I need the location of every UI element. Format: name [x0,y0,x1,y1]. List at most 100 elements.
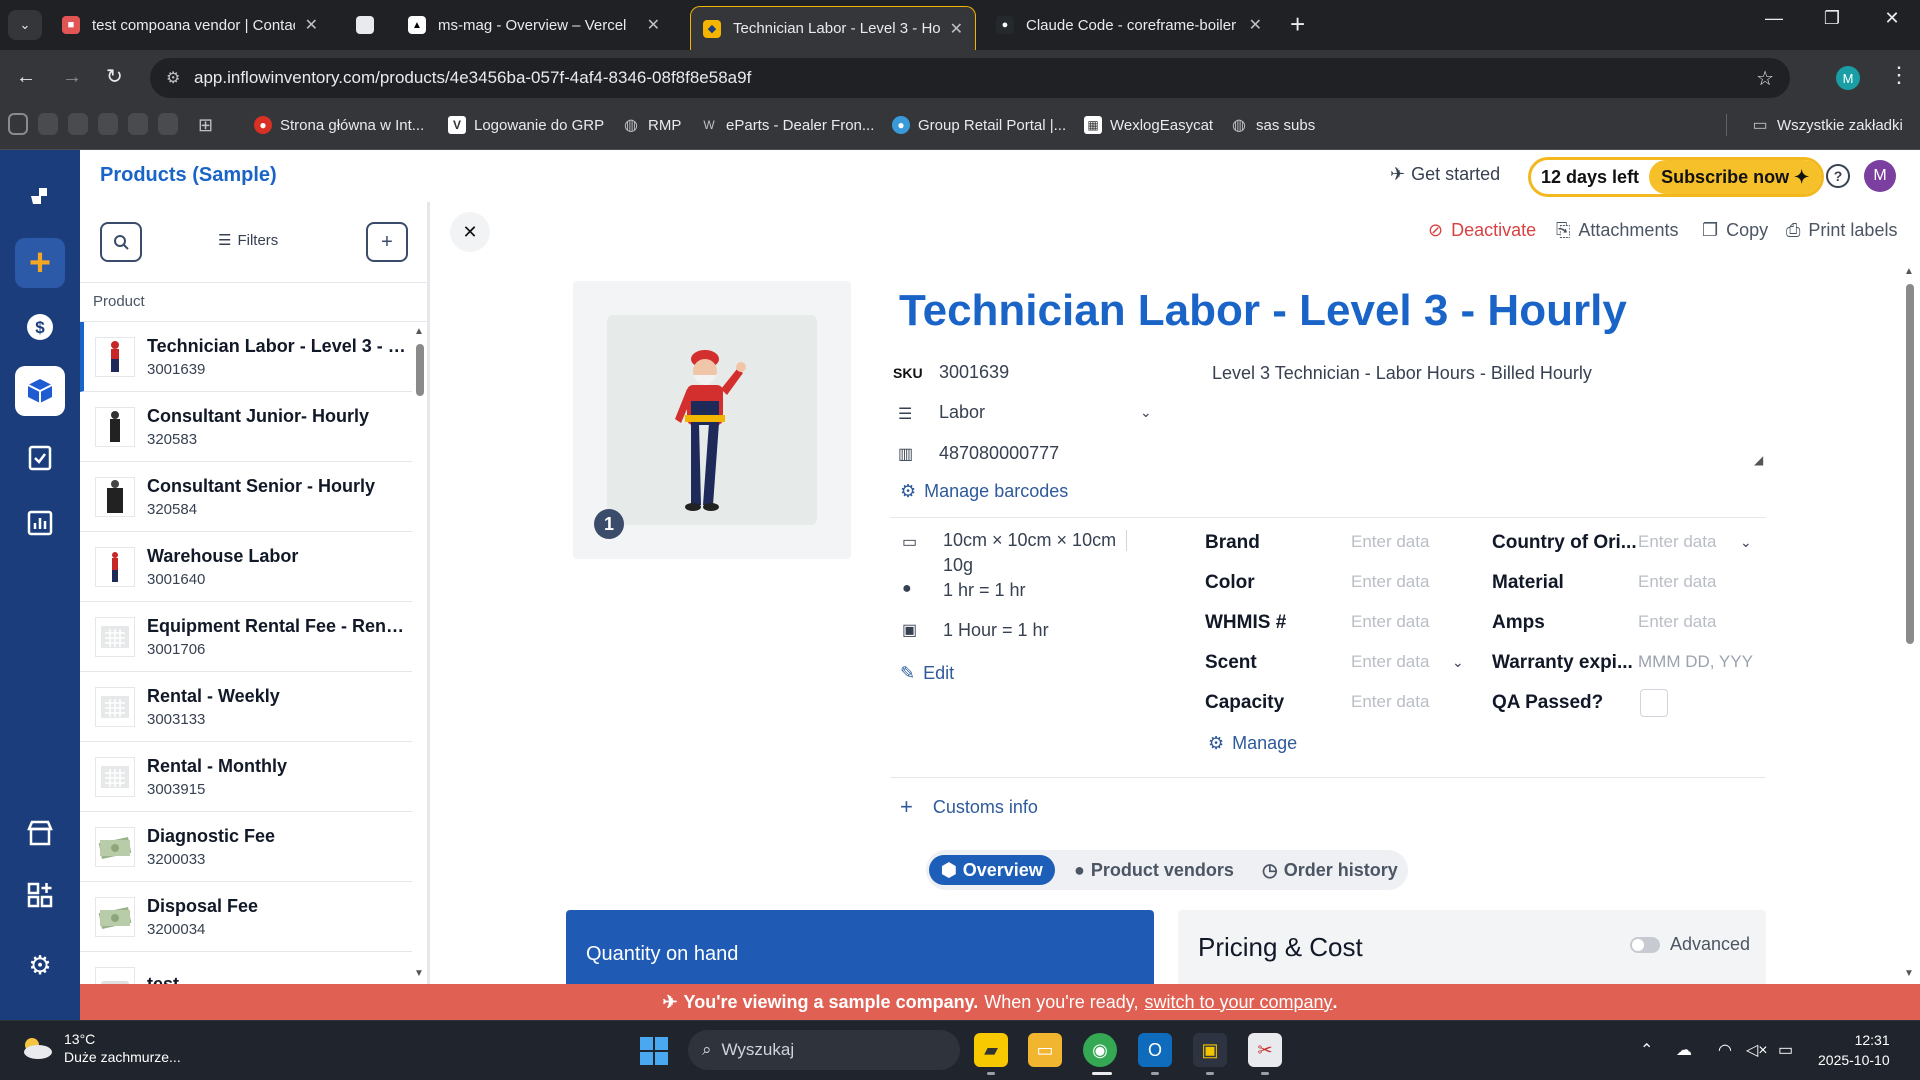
browser-menu-icon[interactable]: ⋮ [1888,62,1910,88]
help-icon[interactable]: ? [1826,164,1850,188]
add-new-icon[interactable]: + [15,238,65,288]
material-input[interactable]: Enter data [1638,572,1716,592]
amps-input[interactable]: Enter data [1638,612,1716,632]
restore-icon[interactable]: ❐ [1812,8,1852,29]
outlook-icon[interactable]: O [1138,1033,1172,1067]
chevron-down-icon[interactable]: ⌄ [1740,534,1752,551]
scroll-down-icon[interactable]: ▼ [1904,968,1914,979]
bookmark-item[interactable]: ● Strona główna w Int... [254,114,424,136]
new-tab-button[interactable]: + [1290,10,1305,38]
close-tab-icon[interactable]: ✕ [1249,15,1262,35]
country-of-origin-select[interactable]: Enter data [1638,532,1716,552]
tab-order-history[interactable]: ◷ Order history [1250,855,1410,885]
barcode-value[interactable]: 487080000777 [939,443,1059,464]
filters-button[interactable]: ☰ Filters [218,231,278,250]
list-scroll-thumb[interactable] [416,344,424,396]
detail-scrollbar[interactable]: ▲ ▼ [1904,266,1916,982]
weight-value[interactable]: 10g [943,555,973,576]
product-description[interactable]: Level 3 Technician - Labor Hours - Bille… [1212,363,1592,384]
settings-gear-icon[interactable]: ⚙ [15,940,65,990]
subscribe-button[interactable]: Subscribe now ✦ [1649,160,1822,194]
product-title[interactable]: Technician Labor - Level 3 - Hourly [899,286,1627,336]
list-item[interactable]: Rental - Monthly 3003915 [80,742,412,812]
bookmark-item[interactable]: ▦ WexlogEasycat [1084,114,1213,136]
list-item[interactable]: Warehouse Labor 3001640 [80,532,412,602]
purchasing-clipboard-icon[interactable] [15,432,65,482]
list-item[interactable]: Technician Labor - Level 3 - H... 3001639 [80,322,412,392]
manage-properties-link[interactable]: ⚙ Manage [1208,733,1297,754]
apps-grid-icon[interactable]: ⊞ [198,114,213,136]
tab-search-button[interactable]: ⌄ [8,10,42,40]
browser-tab[interactable] [344,8,390,42]
products-box-icon[interactable] [15,366,65,416]
order-uom-value[interactable]: 1 Hour = 1 hr [943,620,1049,641]
bookmark-item[interactable]: ◍ RMP [622,114,681,136]
all-bookmarks-button[interactable]: ▭ Wszystkie zakładki [1726,114,1903,136]
close-detail-button[interactable]: ✕ [450,212,490,252]
trial-badge[interactable]: 12 days left Subscribe now ✦ [1528,157,1825,197]
get-started-link[interactable]: ✈ Get started [1390,164,1500,185]
textarea-resize-handle[interactable]: ◢ [1754,453,1763,467]
advanced-toggle[interactable] [1630,937,1660,953]
user-avatar[interactable]: M [1864,160,1896,192]
copy-button[interactable]: ❐ Copy [1702,220,1768,241]
qa-passed-checkbox[interactable] [1640,689,1668,717]
tab-product-vendors[interactable]: ● Product vendors [1062,855,1246,885]
reload-icon[interactable]: ↻ [106,64,123,89]
deactivate-button[interactable]: ⊘ Deactivate [1428,220,1536,241]
print-labels-button[interactable]: ⎙ Print labels [1786,220,1897,241]
list-scrollbar[interactable]: ▲ ▼ [414,326,426,982]
edit-link[interactable]: ✎ Edit [900,663,954,684]
integrations-grid-icon[interactable] [15,870,65,920]
sku-value[interactable]: 3001639 [939,362,1009,383]
browser-tab-active[interactable]: ◆ Technician Labor - Level 3 - Hou ✕ [690,6,976,50]
tab-group-icon[interactable] [38,113,58,135]
chevron-down-icon[interactable]: ⌄ [1140,404,1152,421]
close-tab-icon[interactable]: ✕ [305,15,318,35]
list-item[interactable]: Rental - Weekly 3003133 [80,672,412,742]
chevron-down-icon[interactable]: ⌄ [1452,654,1464,671]
url-bar[interactable]: ⚙ app.inflowinventory.com/products/4e345… [150,58,1790,98]
manage-barcodes-link[interactable]: ⚙ Manage barcodes [900,481,1068,502]
switch-company-link[interactable]: switch to your company [1144,992,1332,1013]
file-explorer-icon[interactable]: ▭ [1028,1033,1062,1067]
detail-scroll-thumb[interactable] [1906,284,1914,644]
whmis-input[interactable]: Enter data [1351,612,1429,632]
tab-group-icon[interactable] [68,113,88,135]
warranty-date-input[interactable]: MMM DD, YYY [1638,652,1753,672]
scent-select[interactable]: Enter data [1351,652,1429,672]
sales-dollar-icon[interactable]: $ [15,302,65,352]
minimize-icon[interactable]: — [1754,8,1794,29]
bookmark-item[interactable]: V Logowanie do GRP [448,114,604,136]
tab-group-icon[interactable] [158,113,178,135]
close-window-icon[interactable]: ✕ [1872,8,1912,29]
cloud-sync-icon[interactable]: ☁ [1676,1040,1692,1060]
bookmark-item[interactable]: WeParts - Dealer Fron... [700,114,874,136]
windows-start-icon[interactable] [640,1037,668,1065]
wifi-icon[interactable]: ◠ [1718,1040,1732,1060]
tab-group-icon[interactable] [128,113,148,135]
dimensions-value[interactable]: 10cm × 10cm × 10cm [943,530,1128,551]
browser-tab[interactable]: ▲ ms-mag - Overview – Vercel ✕ [396,8,672,42]
scroll-up-icon[interactable]: ▲ [1904,266,1914,277]
browser-profile-avatar[interactable]: M [1836,66,1860,90]
scroll-down-icon[interactable]: ▼ [414,968,424,979]
color-input[interactable]: Enter data [1351,572,1429,592]
search-button[interactable] [100,222,142,262]
taskbar-search[interactable]: ⌕ Wyszukaj [688,1030,960,1070]
capacity-input[interactable]: Enter data [1351,692,1429,712]
customs-info-link[interactable]: + Customs info [900,794,1038,820]
list-item[interactable]: Disposal Fee 3200034 [80,882,412,952]
site-info-icon[interactable]: ⚙ [166,68,180,88]
list-item[interactable]: Equipment Rental Fee - Renta... 3001706 [80,602,412,672]
tab-group-icon[interactable] [8,113,28,135]
cost-uom-value[interactable]: 1 hr = 1 hr [943,580,1026,601]
attachments-button[interactable]: ⎘ Attachments [1556,220,1678,241]
bookmark-star-icon[interactable]: ☆ [1756,66,1774,91]
scroll-up-icon[interactable]: ▲ [414,326,424,337]
chrome-icon[interactable]: ◉ [1083,1033,1117,1067]
browser-tab[interactable]: ■ test compoana vendor | Contac ✕ [50,8,330,42]
forward-icon[interactable]: → [62,66,82,89]
battery-icon[interactable]: ▭ [1778,1040,1793,1060]
browser-tab[interactable]: ● Claude Code - coreframe-boiler ✕ [984,8,1274,42]
